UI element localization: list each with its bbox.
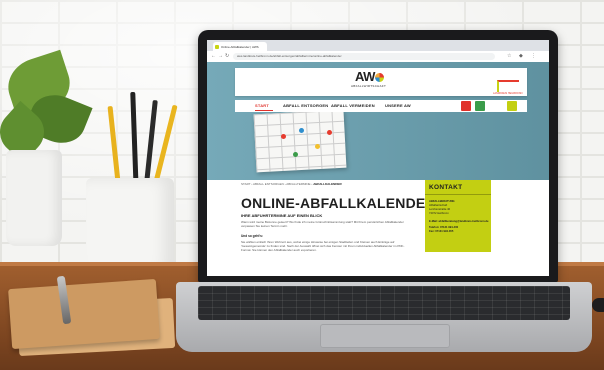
reload-icon[interactable]: ↻ <box>225 54 229 59</box>
contact-fax: Fax: 07131 994-355 <box>429 230 454 233</box>
favicon-icon <box>215 44 219 49</box>
laptop-photo-scene: Online-Abfallkalender | AWS ← → ↻ aws.la… <box>0 0 604 370</box>
contact-line: Abfallwirtschaft <box>429 204 448 207</box>
tab-title: Online-Abfallkalender | AWS <box>221 44 259 49</box>
site-logo[interactable]: AW <box>355 70 384 83</box>
contact-phone[interactable]: Telefon: 07131 994-400 <box>429 226 458 229</box>
page-title: ONLINE-ABFALLKALENDER <box>241 195 436 211</box>
notebook <box>8 278 160 350</box>
logo-text: AW <box>355 69 375 84</box>
calendar-pin <box>281 134 286 139</box>
logo-subtitle: ABFALLWIRTSCHAFT <box>351 84 387 88</box>
computer-mouse <box>592 298 604 312</box>
calendar-pin <box>299 128 304 133</box>
star-icon[interactable]: ☆ <box>507 54 511 59</box>
search-icon[interactable] <box>507 101 517 111</box>
logo-mark-icon <box>374 73 384 82</box>
nav-abfall-vermeiden[interactable]: ABFALL VERMEIDEN <box>331 103 375 108</box>
phone-icon[interactable] <box>475 101 485 111</box>
trash-icon[interactable] <box>461 101 471 111</box>
contact-line: 74072 Heilbronn <box>429 212 449 215</box>
wall-calendar-image <box>253 109 347 173</box>
forward-icon[interactable]: → <box>218 54 223 59</box>
laptop-screen: Online-Abfallkalender | AWS ← → ↻ aws.la… <box>207 40 549 276</box>
calendar-pin <box>315 144 320 149</box>
extensions-icon[interactable]: ◆ <box>519 54 523 59</box>
calendar-pin <box>327 130 332 135</box>
calendar-pin <box>293 152 298 157</box>
nav-unsere-aw[interactable]: UNSERE AW <box>385 103 411 108</box>
plant-pot <box>6 150 62 246</box>
browser-tab[interactable]: Online-Abfallkalender | AWS <box>213 42 267 51</box>
breadcrumb-trail[interactable]: START › ABFALL ENTSORGEN › ABFALLTERMINE… <box>241 182 313 186</box>
partner-logo-icon[interactable] <box>497 80 519 92</box>
breadcrumb-current: ABFALLKALENDER <box>313 182 342 186</box>
laptop-trackpad <box>320 324 450 348</box>
nav-active-underline <box>255 110 273 111</box>
page-subtitle: IHRE ABFUHRTERMINE AUF EINEN BLICK <box>241 213 323 218</box>
laptop-keyboard <box>198 286 570 320</box>
section-heading: Und so geht's: <box>241 234 264 238</box>
back-icon[interactable]: ← <box>211 54 216 59</box>
contact-email[interactable]: E-Mail: abfallberatung@landkreis-heilbro… <box>429 220 489 223</box>
breadcrumb: START › ABFALL ENTSORGEN › ABFALLTERMINE… <box>241 182 342 186</box>
nav-start[interactable]: START <box>255 103 269 108</box>
menu-icon[interactable]: ⋮ <box>531 54 536 59</box>
contact-title: KONTAKT <box>429 184 463 191</box>
partner-text: LANDKREIS HEILBRONN <box>493 92 523 95</box>
contact-divider <box>425 194 491 195</box>
intro-paragraph: Wann wird meine Biotonne geleert? Wo fin… <box>241 220 404 228</box>
section-paragraph: Sie wählen einfach Ihren Wohnort aus, wo… <box>241 240 405 252</box>
nav-abfall-entsorgen[interactable]: ABFALL ENTSORGEN <box>283 103 328 108</box>
address-bar[interactable]: aws.landkreis-heilbronn.de/abfall-entsor… <box>233 53 495 60</box>
contact-line: ABFALLBERATUNG <box>429 200 455 203</box>
contact-line: Lerchenstraße 40 <box>429 208 451 211</box>
